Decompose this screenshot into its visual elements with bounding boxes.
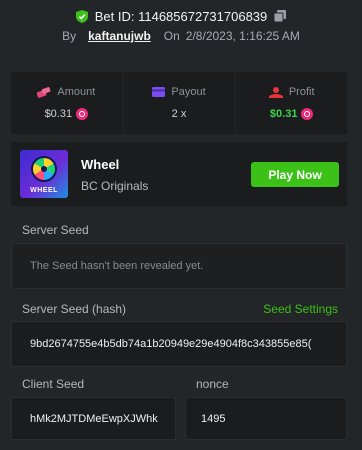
currency-coin-icon: [76, 108, 89, 120]
on-label: On: [163, 29, 180, 43]
server-seed-hash-field[interactable]: 9bd2674755e4b5db74a1b20949e29e4904f8c343…: [11, 321, 347, 367]
wheel-game-thumbnail[interactable]: WHEEL: [20, 150, 68, 198]
stat-profit-value: $0.31: [269, 108, 298, 120]
nonce-label: nonce: [196, 377, 229, 391]
server-seed-hash-label: Server Seed (hash): [22, 302, 127, 316]
server-seed-hash-value: 9bd2674755e4b5db74a1b20949e29e4904f8c343…: [30, 338, 312, 350]
bet-id-label: Bet ID:: [94, 8, 135, 24]
stat-payout-value: 2 x: [171, 108, 187, 120]
wallet-card-icon: [152, 87, 166, 97]
currency-coin-icon: [301, 108, 314, 120]
verified-shield-icon: [75, 9, 88, 23]
server-seed-label: Server Seed: [22, 223, 89, 237]
stat-payout-label: Payout: [171, 86, 206, 98]
coins-stack-icon: [37, 86, 51, 98]
username-link[interactable]: kaftanujwb: [88, 29, 151, 43]
bet-author-line: By kaftanujwb On 2/8/2023, 1:16:25 AM: [0, 27, 362, 45]
bet-datetime: 2/8/2023, 1:16:25 AM: [185, 29, 300, 43]
by-label: By: [62, 29, 77, 43]
client-seed-label: Client Seed: [22, 377, 85, 391]
client-seed-value: hMk2MJTDMeEwpXJWhk: [30, 412, 158, 425]
client-seed-field[interactable]: hMk2MJTDMeEwpXJWhk: [11, 397, 176, 440]
nonce-field[interactable]: 1495: [185, 397, 347, 440]
game-title: Wheel: [81, 157, 120, 172]
wheel-graphic-icon: [31, 156, 57, 182]
stat-amount-label: Amount: [57, 86, 96, 98]
stat-profit-label: Profit: [288, 86, 315, 98]
bet-id-line: Bet ID: 114685672731706839: [0, 7, 362, 25]
nonce-value: 1495: [201, 412, 226, 425]
bet-stats-panel: Amount $0.31 Payout 2 x Profit $0.31: [11, 72, 348, 134]
profit-icon: [268, 86, 283, 98]
game-card: WHEEL Wheel BC Originals Play Now: [11, 142, 347, 206]
thumbnail-label: WHEEL: [30, 187, 58, 194]
stat-profit: Profit $0.31: [236, 72, 348, 134]
stat-amount: Amount $0.31: [11, 72, 122, 134]
play-now-button[interactable]: Play Now: [251, 162, 339, 187]
copy-icon[interactable]: [274, 10, 287, 22]
server-seed-value: The Seed hasn't been revealed yet.: [30, 260, 204, 272]
game-provider: BC Originals: [81, 179, 149, 193]
bet-id-value: 114685672731706839: [138, 8, 268, 24]
stat-amount-value: $0.31: [44, 108, 73, 120]
server-seed-field: The Seed hasn't been revealed yet.: [11, 243, 347, 289]
stat-payout: Payout 2 x: [123, 72, 235, 134]
seed-settings-link[interactable]: Seed Settings: [263, 302, 338, 316]
